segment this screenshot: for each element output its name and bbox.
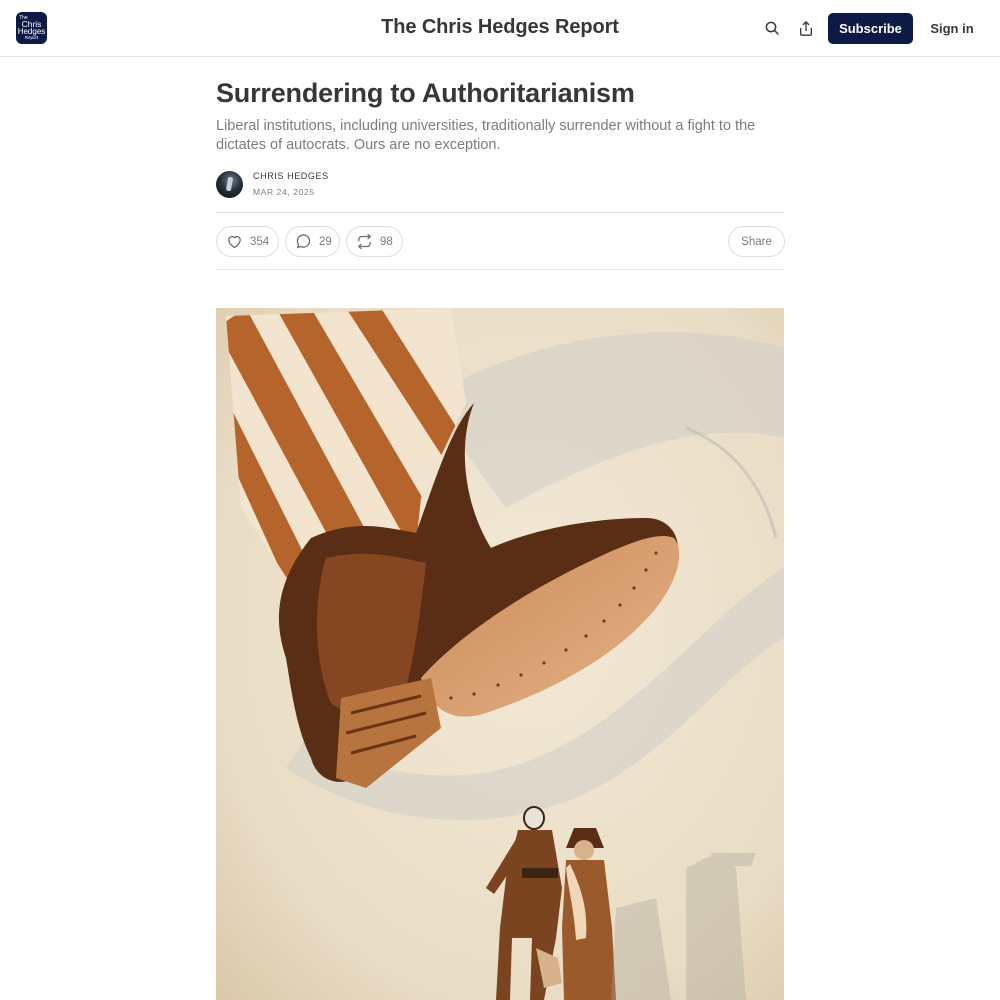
post-title: Surrendering to Authoritarianism [216,78,635,108]
like-count: 354 [250,235,270,248]
share-button[interactable]: Share [728,226,785,257]
author-avatar[interactable] [216,171,243,198]
restack-icon [358,233,371,250]
like-button[interactable]: 354 [216,226,279,257]
post-date: MAR 24, 2025 [253,187,315,197]
subscribe-button[interactable]: Subscribe [828,13,913,44]
heart-icon [228,235,241,249]
sign-in-button[interactable]: Sign in [924,13,980,44]
restack-button[interactable]: 98 [346,226,403,257]
top-navigation-bar: The Chris Hedges Report The Chris Hedges… [0,0,1000,57]
post-subtitle: Liberal institutions, including universi… [216,118,756,153]
share-button-header[interactable] [795,17,817,39]
share-icon [800,20,812,36]
boot-illustration [216,308,784,1000]
hero-illustration[interactable] [216,308,784,1000]
comment-button[interactable]: 29 [285,226,340,257]
divider-top [216,212,784,213]
comment-icon [296,234,311,249]
search-icon [765,21,779,35]
divider-bottom [216,269,784,270]
restack-count: 98 [380,235,393,248]
search-button[interactable] [761,17,783,39]
comment-count: 29 [319,235,332,248]
author-name[interactable]: CHRIS HEDGES [253,171,329,181]
